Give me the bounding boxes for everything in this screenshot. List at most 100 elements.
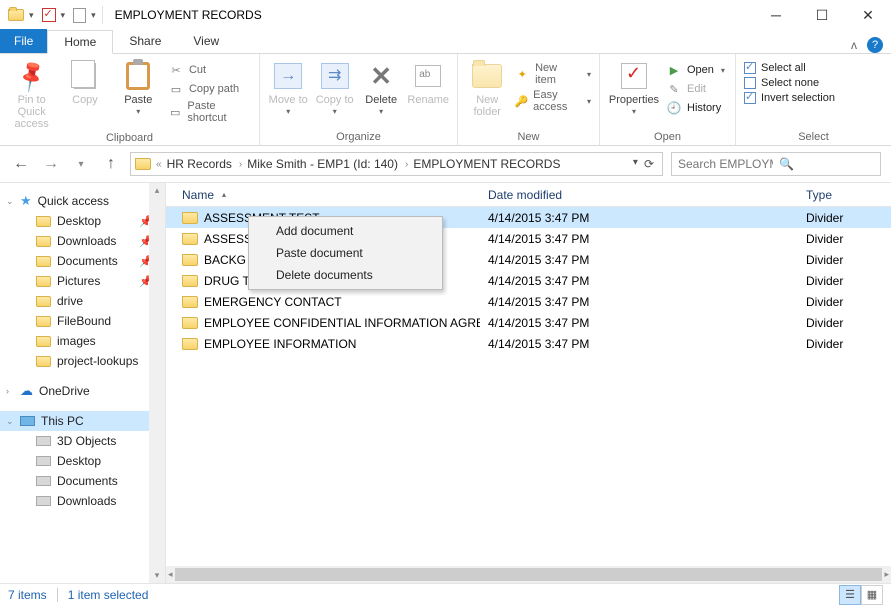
pin-icon: 📌 xyxy=(13,58,49,94)
history-button[interactable]: History xyxy=(666,100,725,116)
select-none-icon xyxy=(744,77,756,89)
copy-path-button[interactable]: ▭Copy path xyxy=(168,81,251,97)
tree-qa-item[interactable]: drive xyxy=(0,291,165,311)
qat-dropdown-2[interactable]: ▾ xyxy=(61,10,66,21)
tab-home[interactable]: Home xyxy=(47,30,113,54)
move-to-button[interactable]: → Move to▾ xyxy=(268,58,308,117)
column-date[interactable]: Date modified xyxy=(480,188,798,202)
select-none-button[interactable]: Select none xyxy=(744,77,835,89)
search-icon: 🔍 xyxy=(779,157,874,171)
tree-qa-item[interactable]: Downloads📌 xyxy=(0,231,165,251)
refresh-button[interactable]: ⟳ xyxy=(644,157,654,171)
qat-dropdown-3[interactable]: ▾ xyxy=(91,10,96,21)
help-icon[interactable]: ? xyxy=(867,37,883,53)
cut-button[interactable]: Cut xyxy=(168,62,251,78)
ctx-add-document[interactable]: Add document xyxy=(252,220,439,242)
column-type[interactable]: Type xyxy=(798,188,891,202)
new-folder-button[interactable]: New folder xyxy=(466,58,508,118)
invert-selection-icon xyxy=(744,92,756,104)
delete-label: Delete xyxy=(365,94,397,106)
ribbon-tabs: File Home Share View ʌ ? xyxy=(0,30,891,54)
edit-button[interactable]: Edit xyxy=(666,81,725,97)
drive-icon xyxy=(36,456,51,466)
tree-qa-item[interactable]: images xyxy=(0,331,165,351)
tree-qa-item[interactable]: Documents📌 xyxy=(0,251,165,271)
horizontal-scrollbar[interactable]: ◂▸ xyxy=(166,566,891,583)
file-name: EMERGENCY CONTACT xyxy=(204,295,342,309)
tree-pc-item[interactable]: Documents xyxy=(0,471,165,491)
tree-qa-item[interactable]: project-lookups xyxy=(0,351,165,371)
address-dropdown[interactable]: ▾ xyxy=(633,157,638,171)
copy-to-icon: ⇉ xyxy=(321,63,349,89)
tree-pc-item[interactable]: Downloads xyxy=(0,491,165,511)
crumb-0[interactable]: HR Records› xyxy=(167,157,246,171)
paste-shortcut-button[interactable]: ▭Paste shortcut xyxy=(168,100,251,124)
copy-button[interactable]: Copy xyxy=(61,58,108,106)
file-row[interactable]: EMERGENCY CONTACT4/14/2015 3:47 PMDivide… xyxy=(166,291,891,312)
close-button[interactable]: ✕ xyxy=(845,0,891,30)
file-row[interactable]: EMPLOYEE CONFIDENTIAL INFORMATION AGREE.… xyxy=(166,312,891,333)
file-name: BACKG xyxy=(204,253,246,267)
star-icon: ★ xyxy=(20,193,32,209)
address-bar[interactable]: « HR Records› Mike Smith - EMP1 (Id: 140… xyxy=(130,152,663,176)
tree-pc-item[interactable]: 3D Objects xyxy=(0,431,165,451)
tree-qa-item[interactable]: FileBound xyxy=(0,311,165,331)
file-name: EMPLOYEE INFORMATION xyxy=(204,337,356,351)
file-row[interactable]: EMPLOYEE INFORMATION4/14/2015 3:47 PMDiv… xyxy=(166,333,891,354)
collapse-ribbon-button[interactable]: ʌ xyxy=(851,38,857,52)
forward-button[interactable]: → xyxy=(40,153,62,175)
invert-selection-button[interactable]: Invert selection xyxy=(744,92,835,104)
folder-icon xyxy=(36,216,51,227)
sidebar-scrollbar[interactable]: ▴▾ xyxy=(149,183,165,583)
properties-button[interactable]: Properties▾ xyxy=(608,58,660,117)
ctx-paste-document[interactable]: Paste document xyxy=(252,242,439,264)
tree-qa-item[interactable]: Pictures📌 xyxy=(0,271,165,291)
navigation-pane[interactable]: ⌄★Quick access Desktop📌Downloads📌Documen… xyxy=(0,183,166,583)
tree-qa-item[interactable]: Desktop📌 xyxy=(0,211,165,231)
tab-view[interactable]: View xyxy=(177,29,235,53)
tree-this-pc[interactable]: ⌄This PC xyxy=(0,411,165,431)
properties-qat-icon[interactable] xyxy=(42,8,56,22)
view-large-icons-button[interactable]: ▦ xyxy=(861,585,883,605)
select-group-label: Select xyxy=(744,129,883,143)
tree-onedrive[interactable]: ›☁OneDrive xyxy=(0,381,165,401)
tree-pc-item[interactable]: Desktop xyxy=(0,451,165,471)
up-button[interactable]: ↑ xyxy=(100,153,122,175)
pin-label: Pin to Quick access xyxy=(8,94,55,130)
tab-share[interactable]: Share xyxy=(113,29,177,53)
title-separator xyxy=(102,6,103,24)
drive-icon xyxy=(36,496,51,506)
crumb-2[interactable]: EMPLOYMENT RECORDS xyxy=(413,157,560,171)
view-details-button[interactable]: ☰ xyxy=(839,585,861,605)
folder-icon xyxy=(36,296,51,307)
new-item-button[interactable]: New item▾ xyxy=(514,62,591,86)
properties-label: Properties xyxy=(609,94,659,106)
back-button[interactable]: ← xyxy=(10,153,32,175)
tree-quick-access[interactable]: ⌄★Quick access xyxy=(0,191,165,211)
monitor-icon xyxy=(20,416,35,426)
recent-locations-button[interactable]: ▾ xyxy=(70,153,92,175)
history-dropdown[interactable]: « xyxy=(153,159,165,170)
crumb-1[interactable]: Mike Smith - EMP1 (Id: 140)› xyxy=(247,157,411,171)
column-headers[interactable]: Name Date modified Type xyxy=(166,183,891,207)
tab-file[interactable]: File xyxy=(0,29,47,53)
delete-button[interactable]: ✕ Delete▾ xyxy=(361,58,401,117)
select-all-button[interactable]: Select all xyxy=(744,62,835,74)
open-button[interactable]: ▶Open▾ xyxy=(666,62,725,78)
rename-button[interactable]: Rename xyxy=(407,58,449,106)
address-folder-icon xyxy=(135,158,151,170)
new-doc-qat-icon[interactable] xyxy=(73,8,86,23)
paste-button[interactable]: Paste ▾ xyxy=(115,58,162,117)
column-name[interactable]: Name xyxy=(174,188,480,202)
folder-icon xyxy=(36,336,51,347)
easy-access-button[interactable]: 🔑Easy access▾ xyxy=(514,89,591,113)
minimize-button[interactable]: ─ xyxy=(753,0,799,30)
file-date: 4/14/2015 3:47 PM xyxy=(480,211,798,225)
copy-to-button[interactable]: ⇉ Copy to▾ xyxy=(314,58,354,117)
pin-to-quick-access-button[interactable]: 📌 Pin to Quick access xyxy=(8,58,55,130)
ctx-delete-documents[interactable]: Delete documents xyxy=(252,264,439,286)
file-date: 4/14/2015 3:47 PM xyxy=(480,274,798,288)
qat-dropdown-1[interactable]: ▾ xyxy=(29,10,34,21)
search-box[interactable]: Search EMPLOYMENT RECOR 🔍 xyxy=(671,152,881,176)
maximize-button[interactable]: ☐ xyxy=(799,0,845,30)
